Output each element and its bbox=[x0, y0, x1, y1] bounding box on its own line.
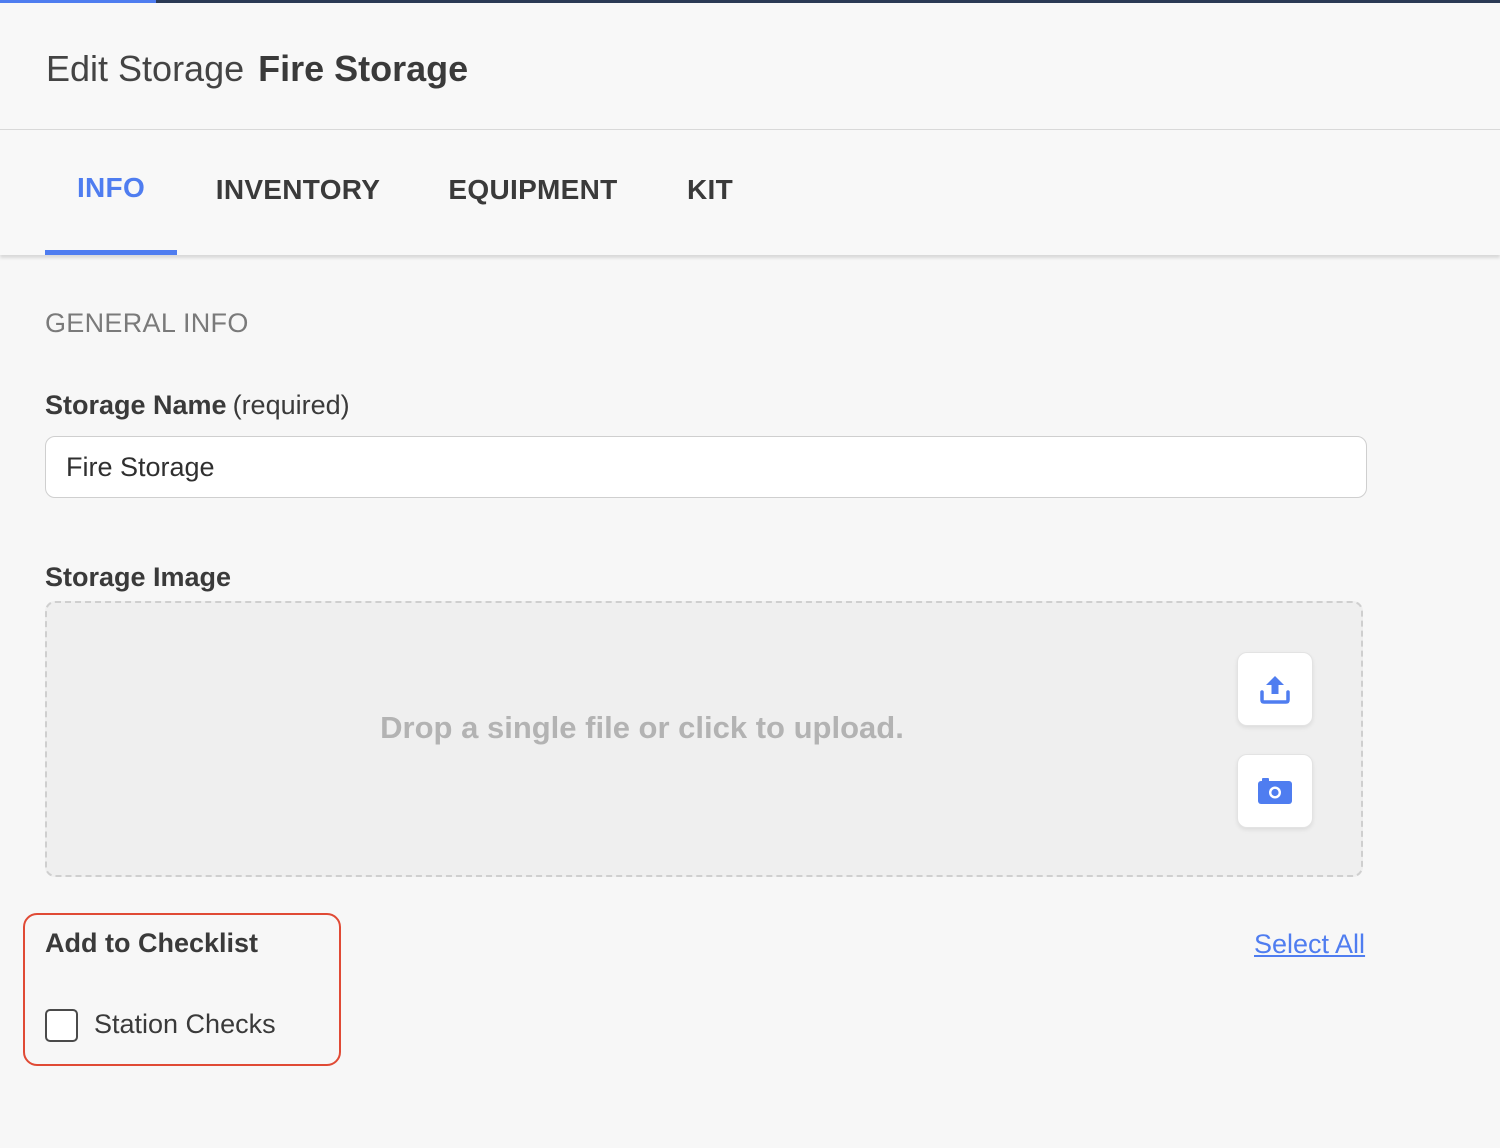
page-title-storage-name: Fire Storage bbox=[258, 48, 469, 89]
tab-bar: INFO INVENTORY EQUIPMENT KIT bbox=[0, 130, 1500, 255]
page-header: Edit Storage Fire Storage bbox=[0, 3, 1500, 130]
tab-inventory[interactable]: INVENTORY bbox=[207, 130, 389, 255]
storage-name-input[interactable] bbox=[45, 436, 1367, 498]
station-checks-label[interactable]: Station Checks bbox=[94, 1009, 276, 1040]
upload-icon bbox=[1260, 676, 1290, 704]
storage-name-required-hint: (required) bbox=[232, 390, 350, 420]
upload-button[interactable] bbox=[1237, 652, 1313, 726]
tab-kit-label: KIT bbox=[686, 174, 733, 205]
tab-equipment-label: EQUIPMENT bbox=[448, 174, 618, 205]
checklist-title: Add to Checklist bbox=[45, 928, 259, 958]
storage-image-label: Storage Image bbox=[45, 562, 231, 593]
tab-equipment[interactable]: EQUIPMENT bbox=[441, 130, 625, 255]
storage-image-label-text: Storage Image bbox=[45, 562, 232, 592]
select-all-link[interactable]: Select All bbox=[1254, 929, 1365, 960]
page-title-prefix: Edit Storage bbox=[46, 48, 245, 89]
tab-info-label: INFO bbox=[76, 172, 146, 203]
tab-info[interactable]: INFO bbox=[45, 130, 177, 255]
camera-button[interactable] bbox=[1237, 754, 1313, 828]
storage-name-label-text: Storage Name bbox=[45, 390, 227, 420]
page-title: Edit Storage Fire Storage bbox=[46, 47, 468, 91]
storage-name-label: Storage Name (required) bbox=[45, 390, 350, 421]
tab-kit[interactable]: KIT bbox=[677, 130, 743, 255]
general-info-heading: GENERAL INFO bbox=[45, 308, 249, 338]
dropzone-text: Drop a single file or click to upload. bbox=[380, 710, 904, 745]
camera-icon bbox=[1258, 778, 1292, 804]
station-checks-checkbox[interactable] bbox=[45, 1009, 78, 1042]
image-dropzone[interactable]: Drop a single file or click to upload. bbox=[45, 601, 1363, 877]
tab-inventory-label: INVENTORY bbox=[215, 174, 381, 205]
